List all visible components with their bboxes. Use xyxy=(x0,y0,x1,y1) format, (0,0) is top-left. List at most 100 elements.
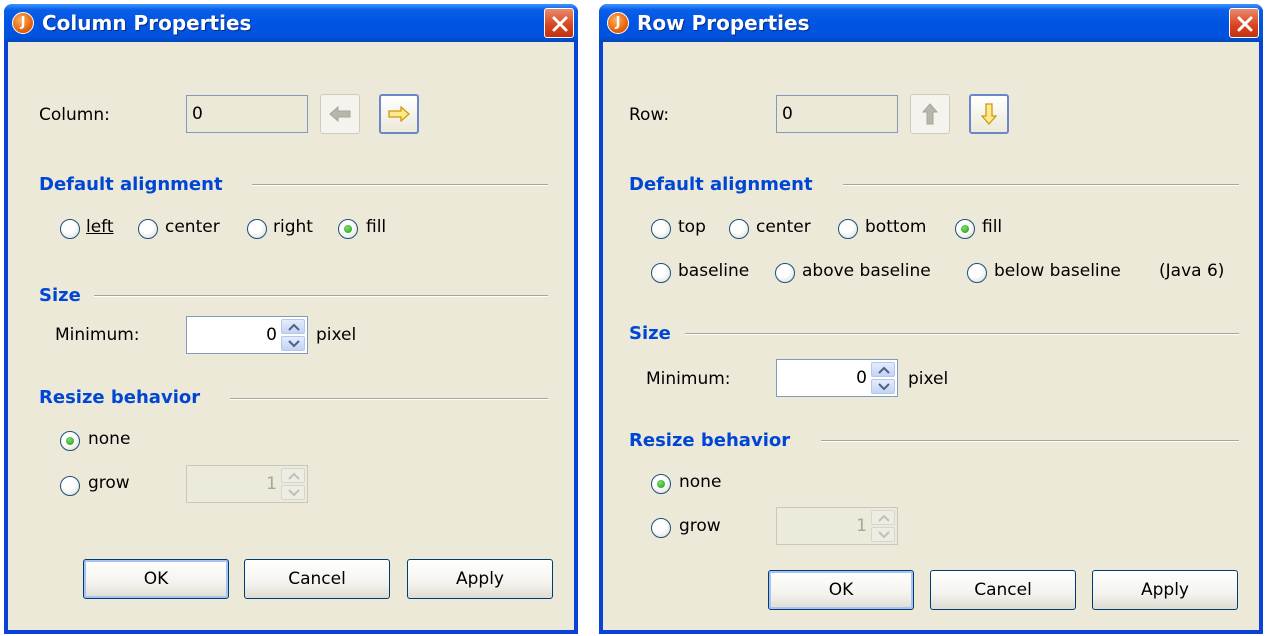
close-button[interactable] xyxy=(544,8,574,38)
default-alignment-heading: Default alignment xyxy=(39,174,223,195)
resize-behavior-heading: Resize behavior xyxy=(39,387,201,408)
size-heading: Size xyxy=(39,285,81,306)
spinner-up-button[interactable] xyxy=(281,468,305,483)
section-divider xyxy=(685,333,1239,335)
align-center-label[interactable]: center xyxy=(165,217,220,237)
column-dialog-title: Column Properties xyxy=(42,11,252,35)
size-heading: Size xyxy=(629,323,671,344)
spinner-up-button[interactable] xyxy=(281,319,305,334)
align-center-radio[interactable] xyxy=(138,219,158,239)
grow-weight-value: 1 xyxy=(856,516,867,536)
column-dialog-titlebar[interactable]: J Column Properties xyxy=(4,4,578,42)
arrow-left-icon xyxy=(329,106,351,122)
column-index-field[interactable]: 0 xyxy=(186,95,308,133)
next-column-button[interactable] xyxy=(379,94,419,134)
chevron-down-icon xyxy=(878,531,890,539)
align-below-baseline-label[interactable]: below baseline xyxy=(994,261,1121,281)
align-left-label[interactable]: left xyxy=(86,217,114,237)
align-right-label[interactable]: right xyxy=(273,217,313,237)
grow-weight-value: 1 xyxy=(266,474,277,494)
row-properties-dialog: J Row Properties Row: 0 Default alignmen… xyxy=(599,4,1263,634)
align-right-radio[interactable] xyxy=(247,219,267,239)
app-icon: J xyxy=(12,12,34,34)
cancel-button[interactable]: Cancel xyxy=(930,570,1076,610)
resize-none-label[interactable]: none xyxy=(679,472,721,492)
chevron-up-icon xyxy=(878,514,890,522)
align-center-radio[interactable] xyxy=(729,219,749,239)
chevron-down-icon xyxy=(288,340,300,348)
align-top-radio[interactable] xyxy=(651,219,671,239)
align-center-label[interactable]: center xyxy=(756,217,811,237)
minimum-size-spinner[interactable]: 0 xyxy=(776,359,898,397)
close-button[interactable] xyxy=(1229,8,1259,38)
chevron-up-icon xyxy=(288,323,300,331)
section-divider xyxy=(94,295,548,297)
radio-selected-dot xyxy=(657,480,665,488)
apply-button[interactable]: Apply xyxy=(407,559,553,599)
next-row-button[interactable] xyxy=(969,94,1009,134)
minimum-unit-label: pixel xyxy=(316,325,357,345)
spinner-down-button[interactable] xyxy=(871,527,895,542)
align-fill-radio[interactable] xyxy=(338,219,358,239)
resize-behavior-heading: Resize behavior xyxy=(629,430,791,451)
align-baseline-radio[interactable] xyxy=(651,263,671,283)
minimum-label: Minimum: xyxy=(646,369,731,389)
minimum-size-value: 0 xyxy=(856,368,867,388)
align-below-baseline-radio[interactable] xyxy=(967,263,987,283)
align-baseline-label[interactable]: baseline xyxy=(678,261,749,281)
chevron-up-icon xyxy=(288,472,300,480)
spinner-down-button[interactable] xyxy=(281,336,305,351)
resize-none-radio[interactable] xyxy=(651,474,671,494)
radio-selected-dot xyxy=(961,225,969,233)
grow-weight-spinner[interactable]: 1 xyxy=(186,465,308,503)
row-dialog-title: Row Properties xyxy=(637,11,810,35)
section-divider xyxy=(252,184,548,186)
radio-selected-dot xyxy=(344,225,352,233)
resize-none-radio[interactable] xyxy=(60,431,80,451)
align-bottom-radio[interactable] xyxy=(838,219,858,239)
align-fill-label[interactable]: fill xyxy=(982,217,1002,237)
align-above-baseline-radio[interactable] xyxy=(775,263,795,283)
row-index-label: Row: xyxy=(629,105,670,125)
resize-none-label[interactable]: none xyxy=(88,429,130,449)
minimum-size-spinner[interactable]: 0 xyxy=(186,316,308,354)
spinner-arrows xyxy=(281,468,305,500)
arrow-down-icon xyxy=(981,103,997,125)
align-top-label[interactable]: top xyxy=(678,217,706,237)
align-above-baseline-label[interactable]: above baseline xyxy=(802,261,931,281)
close-icon xyxy=(552,16,568,32)
minimum-unit-label: pixel xyxy=(908,369,949,389)
minimum-size-value: 0 xyxy=(266,325,277,345)
spinner-arrows xyxy=(281,319,305,351)
spinner-up-button[interactable] xyxy=(871,510,895,525)
previous-column-button[interactable] xyxy=(320,94,360,134)
resize-grow-label[interactable]: grow xyxy=(88,473,130,493)
resize-grow-radio[interactable] xyxy=(60,476,80,496)
spinner-up-button[interactable] xyxy=(871,362,895,377)
ok-button[interactable]: OK xyxy=(83,559,229,599)
cancel-button[interactable]: Cancel xyxy=(244,559,390,599)
close-icon xyxy=(1237,16,1253,32)
previous-row-button[interactable] xyxy=(910,94,950,134)
align-fill-label[interactable]: fill xyxy=(366,217,386,237)
column-properties-dialog: J Column Properties Column: 0 Default al… xyxy=(4,4,578,634)
align-left-radio[interactable] xyxy=(60,219,80,239)
minimum-label: Minimum: xyxy=(55,325,140,345)
column-index-label: Column: xyxy=(39,105,110,125)
ok-button[interactable]: OK xyxy=(768,570,914,610)
section-divider xyxy=(230,398,548,400)
grow-weight-spinner[interactable]: 1 xyxy=(776,507,898,545)
default-alignment-heading: Default alignment xyxy=(629,174,813,195)
row-index-field[interactable]: 0 xyxy=(776,95,898,133)
radio-selected-dot xyxy=(66,437,74,445)
align-fill-radio[interactable] xyxy=(955,219,975,239)
resize-grow-label[interactable]: grow xyxy=(679,516,721,536)
apply-button[interactable]: Apply xyxy=(1092,570,1238,610)
spinner-down-button[interactable] xyxy=(871,379,895,394)
row-dialog-titlebar[interactable]: J Row Properties xyxy=(599,4,1263,42)
arrow-up-icon xyxy=(922,103,938,125)
resize-grow-radio[interactable] xyxy=(651,518,671,538)
align-bottom-label[interactable]: bottom xyxy=(865,217,926,237)
spinner-down-button[interactable] xyxy=(281,485,305,500)
section-divider xyxy=(843,184,1239,186)
